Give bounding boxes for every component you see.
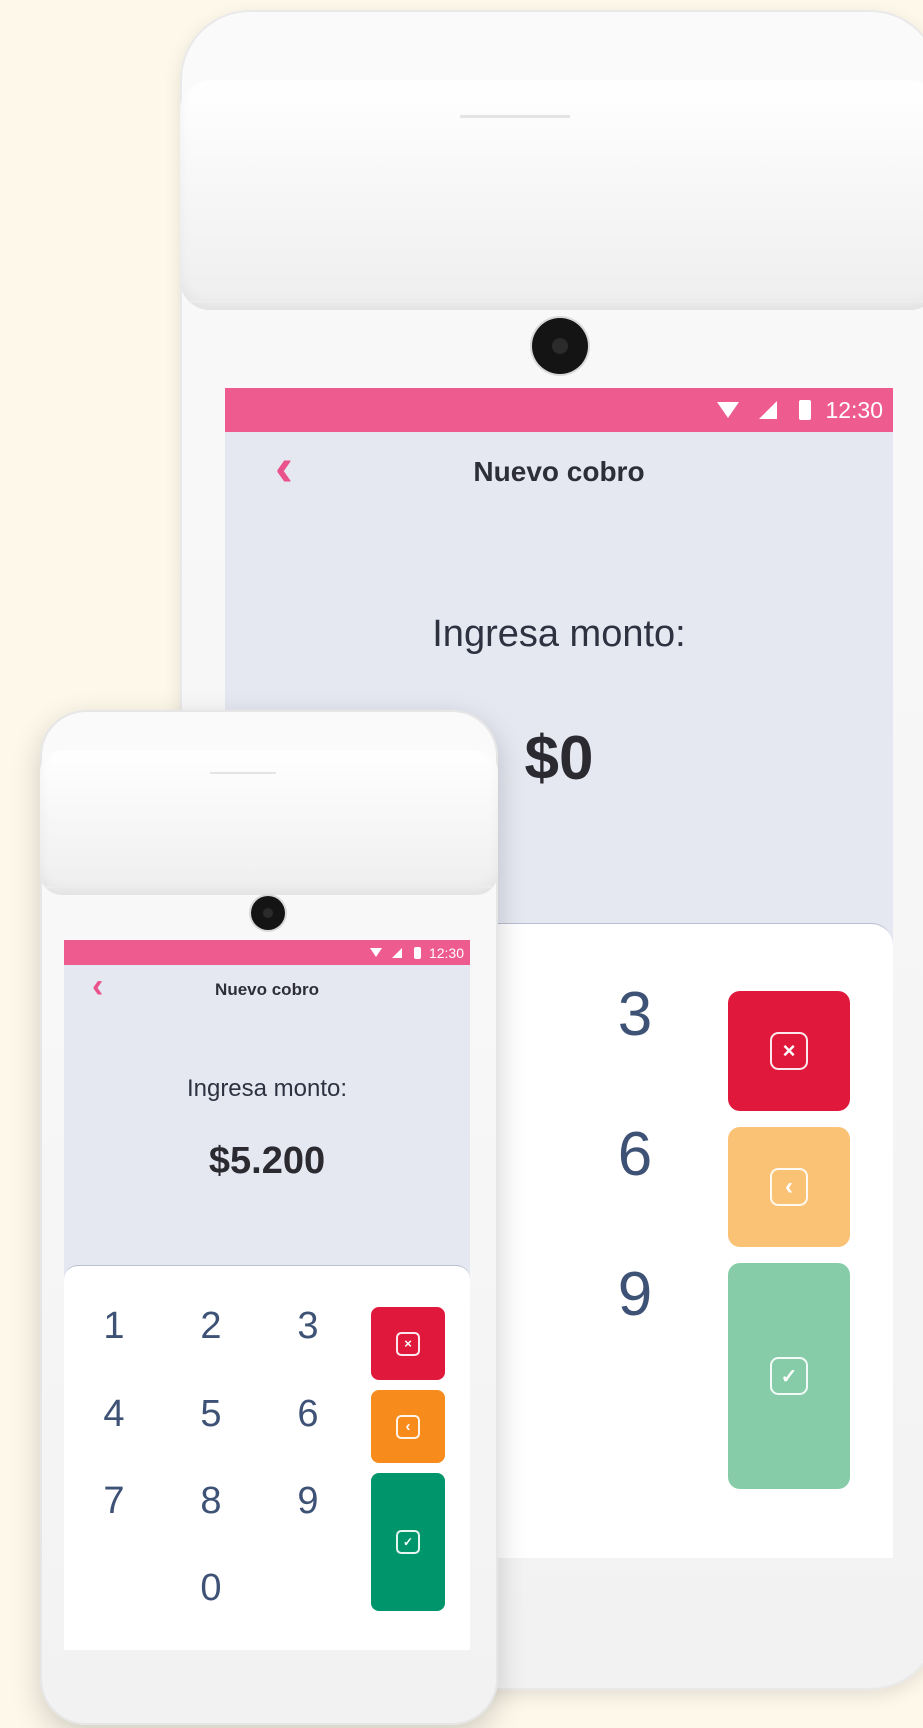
small-keypad: 1 2 3 4 5 6 7 8 9 0 × ‹ ✓ [64,1265,470,1650]
small-terminal-ridge [46,886,492,888]
check-icon: ✓ [770,1357,808,1395]
battery-icon [799,400,812,420]
key-2[interactable]: 2 [186,1301,236,1351]
delete-button[interactable]: ‹ [728,1127,850,1247]
amount-prompt: Ingresa monto: [432,613,686,655]
small-camera-icon [251,896,285,930]
key-8[interactable]: 8 [186,1476,236,1526]
large-terminal-ridge [460,115,570,118]
confirm-button[interactable]: ✓ [728,1263,850,1489]
cancel-button[interactable]: × [728,991,850,1111]
cancel-button[interactable]: × [371,1307,445,1380]
key-3[interactable]: 3 [595,974,675,1054]
wifi-icon [369,948,382,957]
status-time: 12:30 [825,396,883,423]
backspace-icon: ‹ [770,1168,808,1206]
battery-icon [413,946,421,959]
signal-icon [391,947,402,958]
signal-icon [759,401,778,419]
amount-prompt: Ingresa monto: [186,1075,348,1102]
key-0[interactable]: 0 [186,1563,236,1613]
small-terminal-ridge [210,772,276,774]
key-4[interactable]: 4 [89,1389,139,1439]
key-9[interactable]: 9 [595,1254,675,1334]
key-1[interactable]: 1 [89,1301,139,1351]
key-7[interactable]: 7 [89,1476,139,1526]
large-status-bar: 12:30 [225,388,893,432]
close-icon: × [770,1032,808,1070]
status-time: 12:30 [428,944,464,961]
wifi-icon [717,402,740,418]
page-title: Nuevo cobro [473,456,645,487]
amount-display: $5.200 [208,1140,326,1182]
key-5[interactable]: 5 [186,1389,236,1439]
key-6[interactable]: 6 [283,1389,333,1439]
key-3[interactable]: 3 [283,1301,333,1351]
page-title: Nuevo cobro [215,980,319,999]
delete-button[interactable]: ‹ [371,1390,445,1463]
backspace-icon: ‹ [396,1414,420,1439]
small-screen: 12:30 ‹ Nuevo cobro Ingresa monto: $5.20… [64,940,470,1650]
check-icon: ✓ [396,1530,420,1554]
large-camera-icon [532,318,588,374]
large-header: ‹ Nuevo cobro [225,432,893,512]
confirm-button[interactable]: ✓ [371,1473,445,1611]
close-icon: × [396,1331,420,1356]
small-status-bar: 12:30 [64,940,470,965]
back-chevron-icon[interactable]: ‹ [92,967,103,1006]
back-chevron-icon[interactable]: ‹ [275,436,293,498]
key-6[interactable]: 6 [595,1114,675,1194]
large-terminal-ridge [190,300,923,303]
key-9[interactable]: 9 [283,1476,333,1526]
small-header: ‹ Nuevo cobro [64,965,470,1015]
